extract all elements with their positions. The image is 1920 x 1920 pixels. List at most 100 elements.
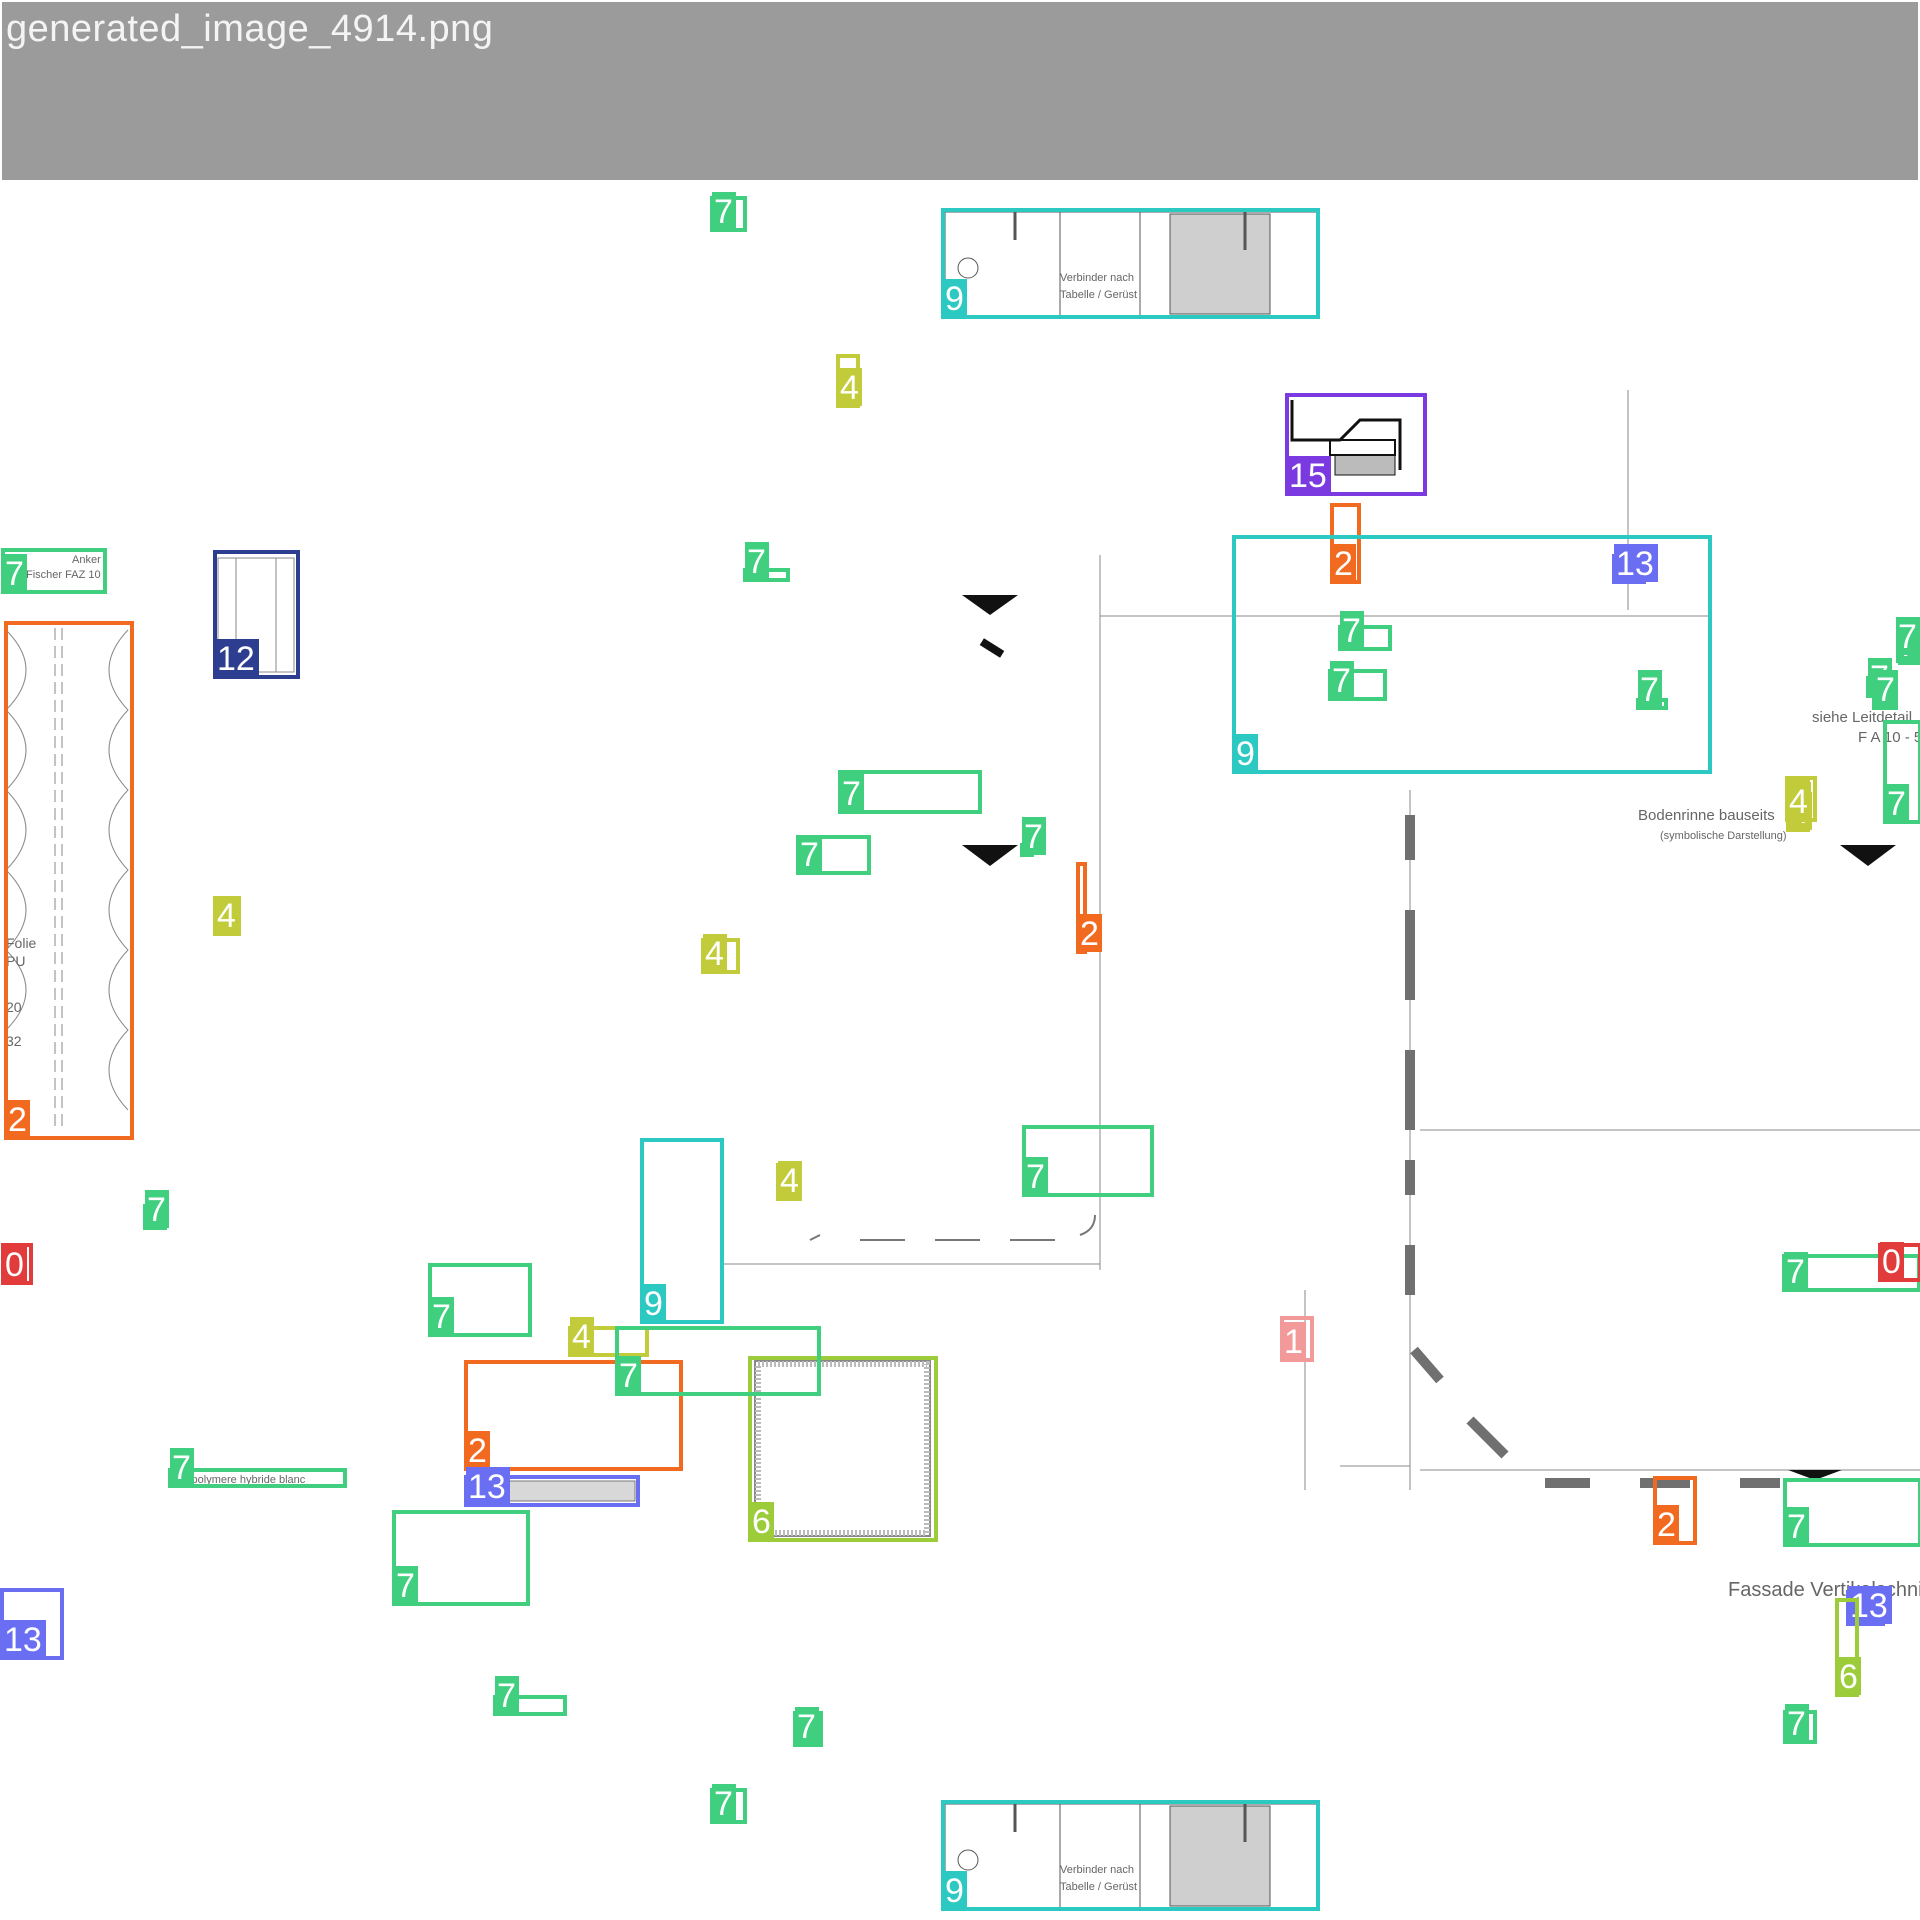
annotation-class-label: 15: [1289, 457, 1327, 495]
annotation-class-label: 7: [1786, 1253, 1805, 1291]
annotation-class-label: 9: [945, 1872, 964, 1910]
annotation-class-label: 7: [5, 555, 24, 593]
annotation-class-label: 7: [1787, 1508, 1806, 1546]
annotation-box: 7: [1783, 1704, 1817, 1744]
annotation-box: 4: [836, 354, 862, 408]
annotation-class-label: 4: [705, 935, 724, 973]
annotation-box: 4: [776, 1161, 802, 1201]
annotation-class-label: 7: [714, 1785, 733, 1823]
detail-top-label-2: Tabelle / Gerüst: [1060, 289, 1137, 301]
annotation-class-label: 7: [1887, 785, 1906, 823]
annotation-class-label: 7: [147, 1191, 166, 1229]
annotation-box: 7: [1328, 661, 1387, 701]
detail-bottom-label-1: Verbinder nach: [1060, 1864, 1134, 1876]
annotation-class-label: 7: [714, 193, 733, 231]
annotation-box: 7: [796, 835, 871, 875]
annotation-class-label: 4: [572, 1318, 591, 1356]
annotation-class-label: 7: [1640, 671, 1659, 709]
annotation-class-label: 0: [1882, 1243, 1901, 1281]
annotation-box: 7: [710, 192, 747, 232]
annotation-class-label: 2: [1080, 915, 1099, 953]
side-label-4: 32: [6, 1033, 22, 1049]
annotation-class-label: 7: [842, 775, 861, 813]
side-label-3: 20: [6, 999, 22, 1015]
annotation-class-label: 6: [752, 1503, 771, 1541]
annotation-class-label: 7: [619, 1357, 638, 1395]
annotation-class-label: 7: [432, 1298, 451, 1336]
annotation-class-label: 1: [1284, 1323, 1303, 1361]
annotation-rect: [748, 1356, 938, 1542]
channel-label-1: Bodenrinne bauseits: [1638, 807, 1775, 824]
annotation-class-label: 7: [1898, 618, 1917, 656]
annotation-box: 0: [1, 1243, 33, 1285]
side-label-1: Folie: [6, 935, 37, 951]
annotation-rect: [4, 621, 134, 1140]
annotation-box: 7: [710, 1784, 747, 1824]
annotation-box: 4: [701, 934, 740, 974]
annotation-box: 13: [1612, 544, 1658, 584]
annotation-box: 7: [1896, 617, 1920, 657]
annotation-box: 7: [1872, 670, 1898, 710]
annotation-class-label: 2: [1334, 545, 1353, 583]
annotated-drawing: Verbinder nach Tabelle / Gerüst Verbinde…: [0, 192, 1920, 1911]
annotation-box: 7: [1022, 1125, 1154, 1197]
annotation-class-label: 13: [468, 1468, 506, 1506]
annotation-class-label: 9: [644, 1285, 663, 1323]
annotation-class-label: 2: [468, 1432, 487, 1470]
annotation-box: 7: [1783, 1478, 1920, 1547]
annotation-class-label: 7: [1026, 1158, 1045, 1196]
annotation-class-label: 7: [1876, 671, 1895, 709]
annotation-box: 7: [1338, 611, 1392, 651]
annotation-class-label: 7: [497, 1677, 516, 1715]
gutter-profile: [1405, 815, 1780, 1488]
annotation-class-label: 7: [800, 836, 819, 874]
hatched-panel: [504, 1360, 931, 1537]
side-label-2: PU: [6, 953, 25, 969]
annotation-box: 7: [1636, 670, 1668, 710]
annotation-class-label: 4: [840, 369, 859, 407]
annotation-box: 15: [1285, 393, 1427, 496]
annotation-box: 6: [748, 1356, 938, 1542]
level-markers: [962, 595, 1896, 1480]
annotation-class-label: 13: [1616, 545, 1654, 583]
annotation-box: 1: [1280, 1316, 1314, 1362]
annotation-box: 7: [793, 1707, 823, 1747]
annotation-class-label: 4: [217, 897, 236, 935]
annotation-box: 4: [1785, 776, 1817, 822]
annotation-box: 2: [1330, 503, 1361, 584]
annotation-box: 2: [1076, 862, 1102, 954]
annotation-class-label: 7: [396, 1567, 415, 1605]
annotation-box: 7: [743, 542, 790, 582]
drawing-annotations: Verbinder nach Tabelle / Gerüst Verbinde…: [6, 272, 1920, 1893]
annotation-class-label: 12: [217, 640, 255, 678]
annotation-class-label: 7: [1787, 1705, 1806, 1743]
annotation-box: 4: [568, 1317, 649, 1357]
annotation-box: 7: [143, 1190, 169, 1230]
annotation-class-label: 9: [945, 280, 964, 318]
annotation-rect: [464, 1360, 683, 1471]
anchor-label-1: Anker: [72, 554, 101, 566]
annotation-class-label: 7: [797, 1708, 816, 1746]
annotation-box: 13: [0, 1588, 64, 1660]
detail-bottom-label-2: Tabelle / Gerüst: [1060, 1881, 1137, 1893]
annotation-class-label: 13: [4, 1621, 42, 1659]
annotation-box: 7: [392, 1510, 530, 1606]
annotation-box: 7: [838, 770, 982, 814]
annotation-box: 4: [213, 896, 241, 936]
annotation-box: 13: [1846, 1586, 1892, 1626]
right-detail-label-2: F A 10 - 5: [1858, 729, 1920, 746]
annotation-layer: 9941529137771272777724444797074712613771…: [0, 192, 1920, 1911]
annotation-class-label: 7: [1024, 818, 1043, 856]
annotation-class-label: 2: [8, 1101, 27, 1139]
channel-label-2: (symbolische Darstellung): [1660, 830, 1787, 842]
annotation-box: 7: [1020, 817, 1046, 857]
annotation-class-label: 7: [172, 1449, 191, 1487]
detail-top-label-1: Verbinder nach: [1060, 272, 1134, 284]
annotation-class-label: 9: [1236, 735, 1255, 773]
anchor-label-2: Fischer FAZ 10: [26, 569, 101, 581]
annotation-box: 7: [493, 1676, 567, 1716]
annotation-class-label: 4: [1789, 783, 1808, 821]
annotation-box: 9: [640, 1138, 724, 1324]
annotation-class-label: 7: [1342, 612, 1361, 650]
annotation-box: 0: [1878, 1242, 1920, 1282]
